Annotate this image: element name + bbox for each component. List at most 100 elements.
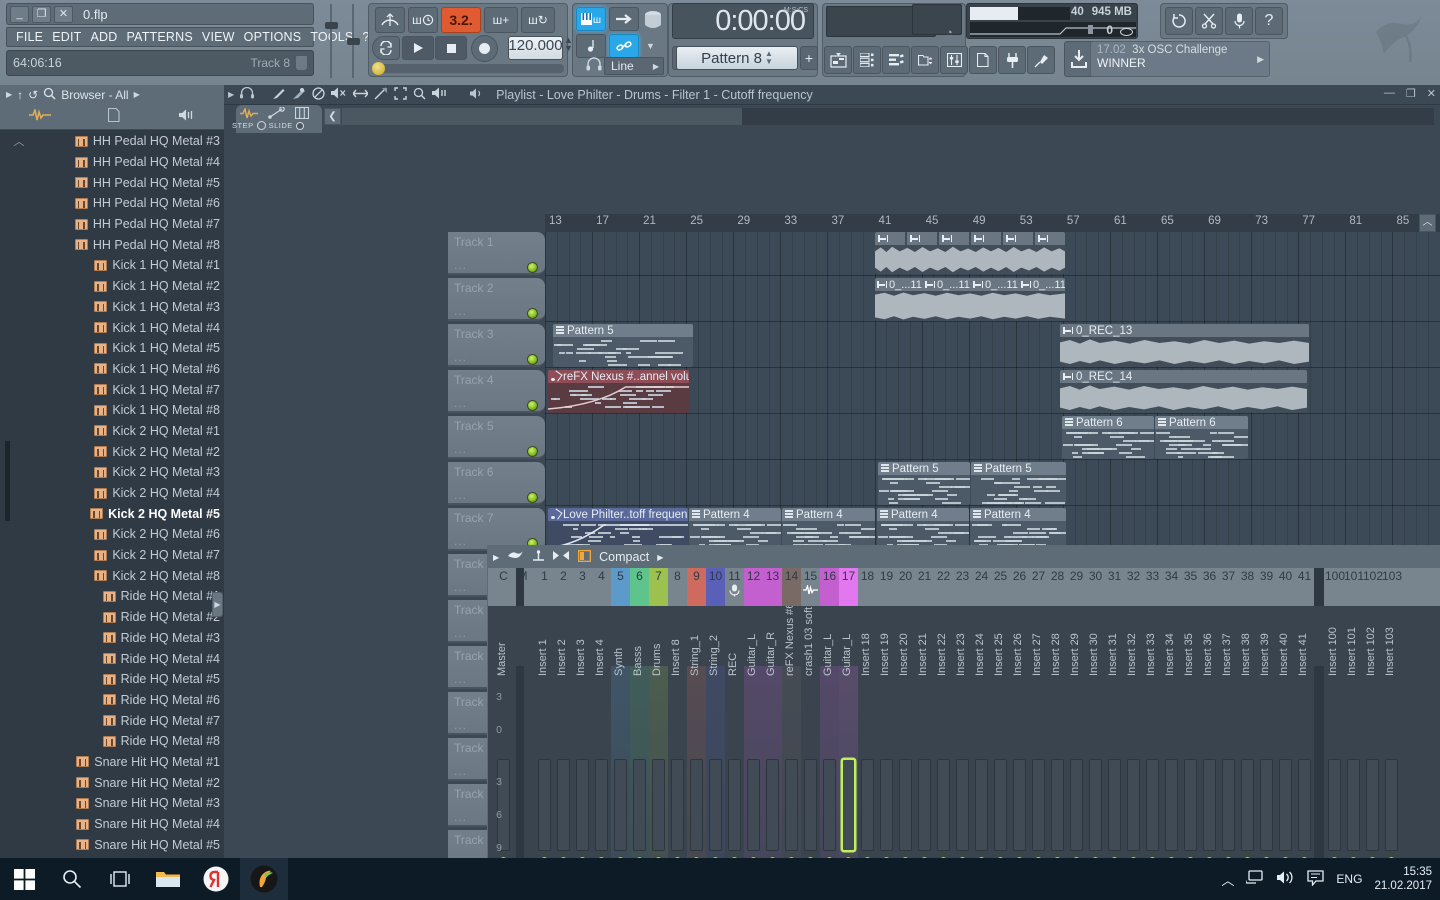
menu-file[interactable]: FILE bbox=[16, 30, 43, 44]
playlist-horizontal-scrollbar[interactable]: ❮ bbox=[324, 108, 1434, 125]
search-button[interactable] bbox=[48, 858, 96, 900]
track-enable-led[interactable] bbox=[527, 492, 538, 503]
mixer-channel-strip[interactable]: Insert 37 bbox=[1219, 633, 1238, 859]
mixer-channel-strip[interactable]: Insert 24 bbox=[972, 633, 991, 859]
browser-item[interactable]: Kick 1 HQ Metal #5 bbox=[13, 338, 224, 359]
typing-to-piano-button[interactable]: ш bbox=[576, 7, 606, 31]
track-enable-led[interactable] bbox=[527, 308, 538, 319]
master-pitch-knob[interactable] bbox=[641, 7, 665, 37]
mixer-channel-strip[interactable]: Insert 21 bbox=[915, 633, 934, 859]
clip-header[interactable]: reFX Nexus #..annel volume bbox=[548, 370, 689, 383]
mixer-channel-number[interactable]: 2 bbox=[554, 568, 573, 606]
mixer-volume-fader[interactable] bbox=[690, 759, 703, 851]
mixer-volume-fader[interactable] bbox=[1279, 759, 1292, 851]
mixer-channel-strip[interactable]: REC bbox=[725, 653, 744, 859]
mixer-volume-fader[interactable] bbox=[728, 759, 741, 851]
mixer-channel-strip[interactable]: Insert 27 bbox=[1029, 633, 1048, 859]
mixer-button[interactable] bbox=[940, 46, 968, 74]
browser-item[interactable]: Ride HQ Metal #5 bbox=[13, 669, 224, 690]
mixer-volume-fader[interactable] bbox=[709, 759, 722, 851]
mixer-channel-number[interactable]: 17 bbox=[839, 568, 858, 606]
mixer-channel-strip[interactable]: Insert 35 bbox=[1181, 633, 1200, 859]
mixer-channel-strip[interactable]: Insert 26 bbox=[1010, 633, 1029, 859]
mixer-channel-strip[interactable]: Drums bbox=[649, 644, 668, 859]
playlist-restore-icon[interactable]: ❐ bbox=[1406, 87, 1416, 100]
blend-notes-button[interactable]: ш+ bbox=[484, 7, 518, 33]
mixer-channel-strip[interactable]: Insert 30 bbox=[1086, 633, 1105, 859]
browser-expand-handle[interactable]: ▶ bbox=[212, 592, 223, 617]
playlist-clone-button[interactable] bbox=[969, 46, 997, 74]
task-view-button[interactable] bbox=[96, 858, 144, 900]
playlist-clip[interactable]: Pattern 6 bbox=[1062, 416, 1154, 459]
track-enable-led[interactable] bbox=[527, 354, 538, 365]
mixer-channel-strip[interactable]: Insert 18 bbox=[858, 633, 877, 859]
clip-header[interactable]: Pattern 6 bbox=[1062, 416, 1154, 429]
mixer-channel-strip[interactable]: Guitar_L bbox=[839, 634, 858, 859]
mixer-volume-fader[interactable] bbox=[785, 759, 798, 851]
playlist-clip[interactable]: 0_REC_13 bbox=[1060, 324, 1309, 367]
waveform-icon[interactable] bbox=[28, 107, 51, 124]
fl-studio-button[interactable] bbox=[240, 858, 288, 900]
mixer-volume-fader[interactable] bbox=[1298, 759, 1311, 851]
mixer-channel-number[interactable]: 12 bbox=[744, 568, 763, 606]
mixer-channel-number[interactable]: 9 bbox=[687, 568, 706, 606]
song-position-slider[interactable] bbox=[372, 62, 564, 75]
track-enable-led[interactable] bbox=[527, 262, 538, 273]
mixer-channel-number[interactable]: 21 bbox=[915, 568, 934, 606]
mixer-volume-fader[interactable] bbox=[1203, 759, 1216, 851]
browser-speaker-icon[interactable] bbox=[179, 109, 195, 124]
mixer-channel-strip[interactable]: Insert 1 bbox=[535, 639, 554, 859]
clip-header[interactable]: Pattern 6 bbox=[1155, 416, 1248, 429]
mixer-channel-number[interactable]: 103 bbox=[1382, 568, 1402, 606]
mixer-channel-number[interactable]: 20 bbox=[896, 568, 915, 606]
browser-item[interactable]: HH Pedal HQ Metal #5 bbox=[13, 172, 224, 193]
mixer-channel-strip[interactable]: Insert 3 bbox=[573, 639, 592, 859]
mixer-bird-icon[interactable] bbox=[507, 550, 524, 565]
mute-tool-icon[interactable] bbox=[331, 87, 347, 102]
mixer-channel-strip[interactable]: Insert 102 bbox=[1363, 627, 1382, 859]
mixer-channel-strip[interactable]: Insert 36 bbox=[1200, 633, 1219, 859]
mixer-channel-number[interactable]: 15 bbox=[801, 568, 820, 606]
playlist-clip[interactable]: Pattern 5 bbox=[553, 324, 693, 367]
mixer-preset-label[interactable]: Compact bbox=[599, 550, 649, 564]
mixer-volume-fader[interactable] bbox=[880, 759, 893, 851]
mixer-volume-fader[interactable] bbox=[956, 759, 969, 851]
clip-header[interactable]: Pattern 5 bbox=[971, 462, 1066, 475]
browser-item[interactable]: Kick 1 HQ Metal #2 bbox=[13, 276, 224, 297]
mixer-channel-number[interactable]: 40 bbox=[1276, 568, 1295, 606]
browser-item[interactable]: Kick 1 HQ Metal #8 bbox=[13, 400, 224, 421]
mixer-channel-number[interactable]: 16 bbox=[820, 568, 839, 606]
mixer-channel-number[interactable]: 24 bbox=[972, 568, 991, 606]
mixer-channel-strip[interactable]: Insert 22 bbox=[934, 633, 953, 859]
browser-menu-icon[interactable]: ▶ bbox=[6, 90, 12, 99]
mixer-channel-number[interactable]: 8 bbox=[668, 568, 687, 606]
close-button[interactable]: ✕ bbox=[54, 5, 73, 23]
step-knob[interactable] bbox=[256, 121, 266, 130]
restore-button[interactable]: ❐ bbox=[32, 5, 51, 23]
mixer-channel-number[interactable]: 25 bbox=[991, 568, 1010, 606]
browser-item[interactable]: Ride HQ Metal #1 bbox=[13, 586, 224, 607]
playback-tool-icon[interactable] bbox=[432, 87, 448, 102]
playlist-minimize-icon[interactable]: — bbox=[1384, 87, 1395, 100]
step-sequencer-button[interactable] bbox=[853, 46, 881, 74]
mixer-channel-strip[interactable]: crash1 03 soft bbox=[801, 607, 820, 859]
mixer-channel-number[interactable]: 13 bbox=[763, 568, 782, 606]
mixer-volume-fader[interactable] bbox=[994, 759, 1007, 851]
wait-for-input-button[interactable]: ш bbox=[408, 7, 438, 33]
playlist-waveform-icon[interactable] bbox=[240, 106, 258, 122]
browser-item[interactable]: Kick 2 HQ Metal #2 bbox=[13, 441, 224, 462]
mixer-channel-number[interactable]: 39 bbox=[1257, 568, 1276, 606]
mixer-channel-number[interactable]: 32 bbox=[1124, 568, 1143, 606]
mixer-channel-strip[interactable]: Synth bbox=[611, 648, 630, 859]
mixer-channel-number[interactable]: 4 bbox=[592, 568, 611, 606]
browser-item[interactable]: Kick 2 HQ Metal #1 bbox=[13, 421, 224, 442]
volume-icon[interactable] bbox=[1276, 870, 1295, 888]
mixer-volume-fader[interactable] bbox=[861, 759, 874, 851]
zoom-tool-icon[interactable] bbox=[413, 87, 426, 103]
mixer-volume-fader[interactable] bbox=[747, 759, 760, 851]
mixer-volume-fader[interactable] bbox=[1328, 759, 1341, 851]
slice-header[interactable] bbox=[907, 232, 937, 245]
mixer-channel-strip[interactable]: Guitar_R bbox=[763, 632, 782, 859]
microphone-button[interactable] bbox=[1225, 7, 1253, 35]
mixer-volume-fader[interactable] bbox=[1184, 759, 1197, 851]
